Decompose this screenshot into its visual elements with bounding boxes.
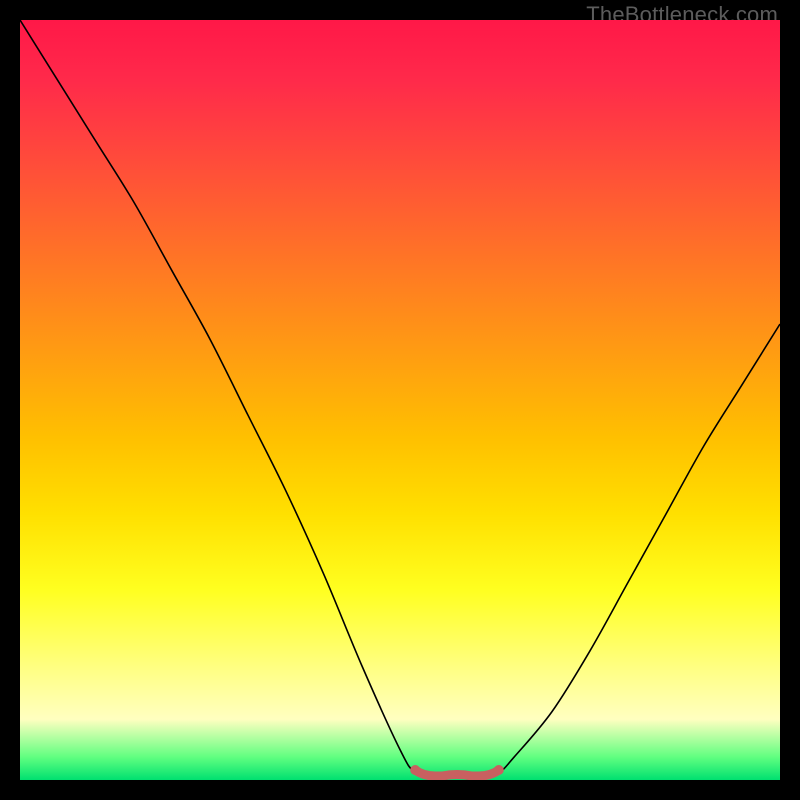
bottleneck-curve: [20, 20, 780, 780]
flat-region-marker: [415, 770, 499, 776]
chart-container: TheBottleneck.com: [0, 0, 800, 800]
flat-region-dot-left: [410, 765, 420, 775]
flat-region-dot-right: [494, 765, 504, 775]
plot-area: [20, 20, 780, 780]
curve-svg: [20, 20, 780, 780]
